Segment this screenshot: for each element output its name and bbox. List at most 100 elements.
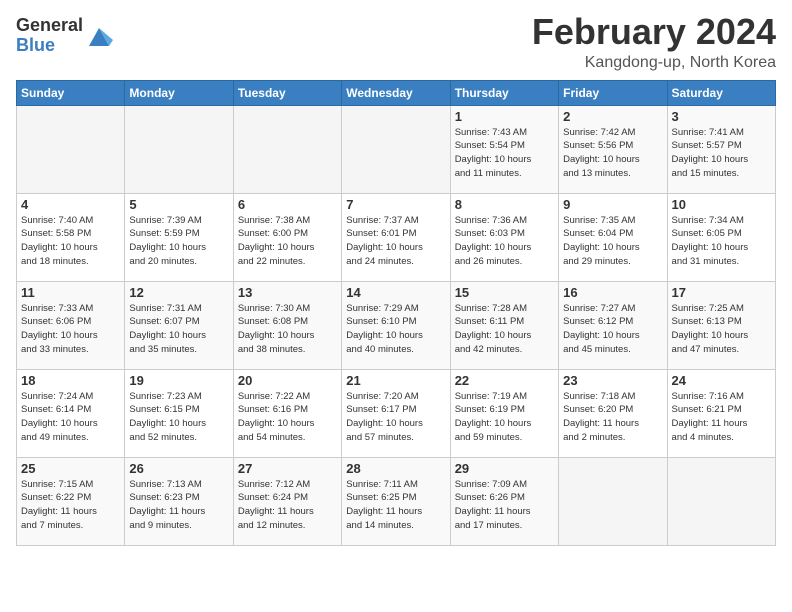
day-info: Sunrise: 7:39 AMSunset: 5:59 PMDaylight:… (129, 214, 228, 269)
calendar-cell: 10 Sunrise: 7:34 AMSunset: 6:05 PMDayligh… (667, 193, 775, 281)
day-info: Sunrise: 7:23 AMSunset: 6:15 PMDaylight:… (129, 390, 228, 445)
calendar-cell: 21Sunrise: 7:20 AMSunset: 6:17 PMDayligh… (342, 369, 450, 457)
day-info: Sunrise: 7:33 AMSunset: 6:06 PMDaylight:… (21, 302, 120, 357)
calendar-cell: 1Sunrise: 7:43 AMSunset: 5:54 PMDaylight… (450, 105, 558, 193)
day-info: Sunrise: 7:31 AMSunset: 6:07 PMDaylight:… (129, 302, 228, 357)
weekday-header-friday: Friday (559, 80, 667, 105)
calendar-cell: 16 Sunrise: 7:27 AMSunset: 6:12 PMDayligh… (559, 281, 667, 369)
day-number: 7 (346, 197, 445, 212)
header: General Blue February 2024 Kangdong-up, … (16, 12, 776, 72)
day-number: 2 (563, 109, 662, 124)
calendar-cell (17, 105, 125, 193)
day-number: 22 (455, 373, 554, 388)
day-info: Sunrise: 7:19 AMSunset: 6:19 PMDaylight:… (455, 390, 554, 445)
calendar-cell: 27 Sunrise: 7:12 AMSunset: 6:24 PMDayligh… (233, 457, 341, 545)
calendar-cell: 20Sunrise: 7:22 AMSunset: 6:16 PMDayligh… (233, 369, 341, 457)
calendar-cell: 6 Sunrise: 7:38 AMSunset: 6:00 PMDaylight… (233, 193, 341, 281)
weekday-header-wednesday: Wednesday (342, 80, 450, 105)
day-info: Sunrise: 7:25 AMSunset: 6:13 PMDaylight:… (672, 302, 771, 357)
calendar-cell (559, 457, 667, 545)
calendar-cell: 4 Sunrise: 7:40 AMSunset: 5:58 PMDaylight… (17, 193, 125, 281)
day-number: 17 (672, 285, 771, 300)
logo-icon (85, 22, 113, 50)
day-number: 24 (672, 373, 771, 388)
day-info: Sunrise: 7:15 AMSunset: 6:22 PMDaylight:… (21, 478, 120, 533)
day-info: Sunrise: 7:30 AMSunset: 6:08 PMDaylight:… (238, 302, 337, 357)
day-number: 5 (129, 197, 228, 212)
day-number: 3 (672, 109, 771, 124)
calendar-cell: 23Sunrise: 7:18 AMSunset: 6:20 PMDayligh… (559, 369, 667, 457)
calendar-cell: 15 Sunrise: 7:28 AMSunset: 6:11 PMDayligh… (450, 281, 558, 369)
calendar-cell: 14 Sunrise: 7:29 AMSunset: 6:10 PMDayligh… (342, 281, 450, 369)
calendar-cell: 2Sunrise: 7:42 AMSunset: 5:56 PMDaylight… (559, 105, 667, 193)
calendar-cell: 11 Sunrise: 7:33 AMSunset: 6:06 PMDayligh… (17, 281, 125, 369)
day-number: 27 (238, 461, 337, 476)
day-number: 26 (129, 461, 228, 476)
calendar-cell: 12 Sunrise: 7:31 AMSunset: 6:07 PMDayligh… (125, 281, 233, 369)
day-info: Sunrise: 7:35 AMSunset: 6:04 PMDaylight:… (563, 214, 662, 269)
logo-blue: Blue (16, 36, 83, 56)
day-number: 16 (563, 285, 662, 300)
calendar-week-row: 18Sunrise: 7:24 AMSunset: 6:14 PMDayligh… (17, 369, 776, 457)
day-info: Sunrise: 7:11 AMSunset: 6:25 PMDaylight:… (346, 478, 445, 533)
logo: General Blue (16, 16, 113, 56)
day-number: 28 (346, 461, 445, 476)
day-info: Sunrise: 7:13 AMSunset: 6:23 PMDaylight:… (129, 478, 228, 533)
subtitle: Kangdong-up, North Korea (532, 54, 776, 72)
day-info: Sunrise: 7:27 AMSunset: 6:12 PMDaylight:… (563, 302, 662, 357)
day-number: 11 (21, 285, 120, 300)
calendar-cell: 5 Sunrise: 7:39 AMSunset: 5:59 PMDaylight… (125, 193, 233, 281)
day-number: 14 (346, 285, 445, 300)
weekday-header-row: SundayMondayTuesdayWednesdayThursdayFrid… (17, 80, 776, 105)
calendar-cell (667, 457, 775, 545)
weekday-header-tuesday: Tuesday (233, 80, 341, 105)
calendar-cell: 19 Sunrise: 7:23 AMSunset: 6:15 PMDayligh… (125, 369, 233, 457)
calendar-week-row: 25Sunrise: 7:15 AMSunset: 6:22 PMDayligh… (17, 457, 776, 545)
day-number: 10 (672, 197, 771, 212)
calendar-cell: 29Sunrise: 7:09 AMSunset: 6:26 PMDayligh… (450, 457, 558, 545)
calendar-cell: 8Sunrise: 7:36 AMSunset: 6:03 PMDaylight… (450, 193, 558, 281)
title-block: February 2024 Kangdong-up, North Korea (532, 12, 776, 72)
calendar-table: SundayMondayTuesdayWednesdayThursdayFrid… (16, 80, 776, 546)
main-title: February 2024 (532, 12, 776, 52)
day-number: 13 (238, 285, 337, 300)
calendar-cell: 17 Sunrise: 7:25 AMSunset: 6:13 PMDayligh… (667, 281, 775, 369)
day-number: 19 (129, 373, 228, 388)
calendar-cell: 24 Sunrise: 7:16 AMSunset: 6:21 PMDayligh… (667, 369, 775, 457)
day-info: Sunrise: 7:24 AMSunset: 6:14 PMDaylight:… (21, 390, 120, 445)
day-number: 9 (563, 197, 662, 212)
page: General Blue February 2024 Kangdong-up, … (0, 0, 792, 612)
day-info: Sunrise: 7:40 AMSunset: 5:58 PMDaylight:… (21, 214, 120, 269)
day-info: Sunrise: 7:29 AMSunset: 6:10 PMDaylight:… (346, 302, 445, 357)
weekday-header-sunday: Sunday (17, 80, 125, 105)
calendar-cell (342, 105, 450, 193)
logo-general: General (16, 16, 83, 36)
calendar-cell: 26 Sunrise: 7:13 AMSunset: 6:23 PMDayligh… (125, 457, 233, 545)
day-number: 12 (129, 285, 228, 300)
calendar-cell (233, 105, 341, 193)
calendar-week-row: 11 Sunrise: 7:33 AMSunset: 6:06 PMDayligh… (17, 281, 776, 369)
day-info: Sunrise: 7:22 AMSunset: 6:16 PMDaylight:… (238, 390, 337, 445)
day-info: Sunrise: 7:12 AMSunset: 6:24 PMDaylight:… (238, 478, 337, 533)
day-info: Sunrise: 7:34 AMSunset: 6:05 PMDaylight:… (672, 214, 771, 269)
calendar-cell: 22 Sunrise: 7:19 AMSunset: 6:19 PMDayligh… (450, 369, 558, 457)
day-info: Sunrise: 7:18 AMSunset: 6:20 PMDaylight:… (563, 390, 662, 445)
calendar-cell: 13 Sunrise: 7:30 AMSunset: 6:08 PMDayligh… (233, 281, 341, 369)
day-info: Sunrise: 7:38 AMSunset: 6:00 PMDaylight:… (238, 214, 337, 269)
day-info: Sunrise: 7:16 AMSunset: 6:21 PMDaylight:… (672, 390, 771, 445)
weekday-header-saturday: Saturday (667, 80, 775, 105)
day-number: 8 (455, 197, 554, 212)
calendar-cell: 7 Sunrise: 7:37 AMSunset: 6:01 PMDaylight… (342, 193, 450, 281)
day-info: Sunrise: 7:37 AMSunset: 6:01 PMDaylight:… (346, 214, 445, 269)
day-info: Sunrise: 7:41 AMSunset: 5:57 PMDaylight:… (672, 126, 771, 181)
calendar-cell: 25Sunrise: 7:15 AMSunset: 6:22 PMDayligh… (17, 457, 125, 545)
calendar-week-row: 4 Sunrise: 7:40 AMSunset: 5:58 PMDaylight… (17, 193, 776, 281)
calendar-cell: 18Sunrise: 7:24 AMSunset: 6:14 PMDayligh… (17, 369, 125, 457)
weekday-header-thursday: Thursday (450, 80, 558, 105)
day-number: 15 (455, 285, 554, 300)
day-number: 6 (238, 197, 337, 212)
calendar-week-row: 1Sunrise: 7:43 AMSunset: 5:54 PMDaylight… (17, 105, 776, 193)
day-info: Sunrise: 7:28 AMSunset: 6:11 PMDaylight:… (455, 302, 554, 357)
calendar-cell: 9 Sunrise: 7:35 AMSunset: 6:04 PMDaylight… (559, 193, 667, 281)
day-number: 4 (21, 197, 120, 212)
